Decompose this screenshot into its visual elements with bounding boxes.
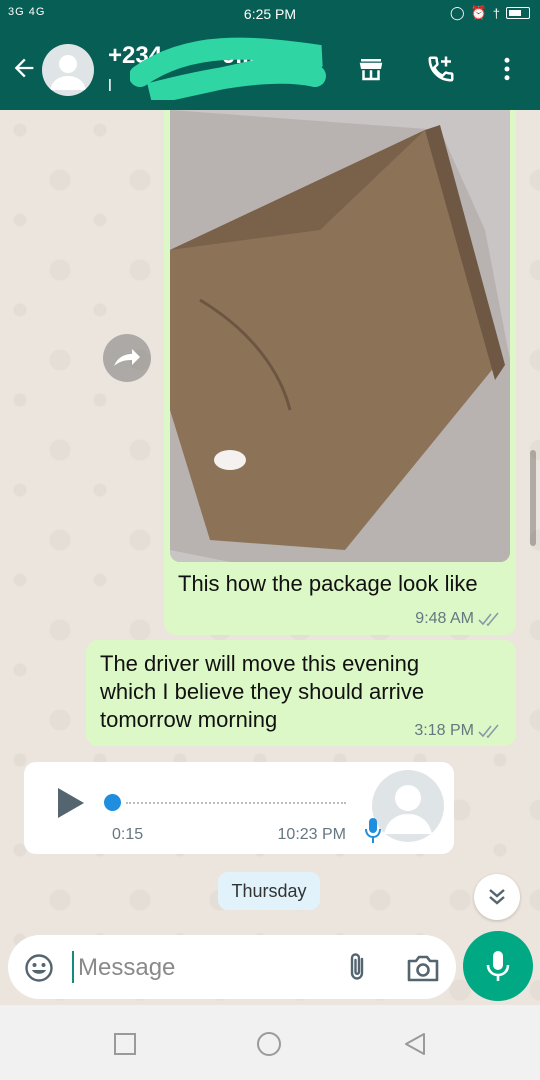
double-chevron-down-icon (489, 889, 505, 905)
chat-area[interactable]: This how the package look like 9:48 AM T… (0, 110, 540, 1005)
bluetooth-icon: † (492, 5, 500, 21)
voice-record-button[interactable] (463, 931, 533, 1001)
voice-sender-avatar (372, 770, 444, 842)
add-call-button[interactable] (424, 52, 458, 86)
date-separator: Thursday (218, 872, 320, 910)
playback-track[interactable] (126, 802, 346, 804)
circle-nav-icon[interactable] (256, 1031, 282, 1057)
double-check-icon (478, 612, 499, 626)
message-composer (8, 935, 456, 999)
message-input[interactable] (76, 949, 330, 987)
system-nav-bar (0, 1005, 540, 1080)
back-arrow-icon[interactable] (10, 54, 38, 82)
emoji-icon[interactable] (24, 953, 54, 983)
voice-duration: 0:15 (112, 826, 144, 843)
mic-icon (365, 818, 381, 843)
playback-handle[interactable] (104, 794, 121, 811)
triangle-nav-icon[interactable] (402, 1031, 428, 1057)
scrollbar[interactable] (530, 450, 536, 546)
voice-message[interactable]: 0:15 10:23 PM (24, 762, 454, 854)
avatar[interactable] (42, 44, 94, 96)
package-image (170, 110, 510, 562)
more-icon (504, 57, 510, 81)
image-message[interactable]: This how the package look like 9:48 AM (164, 110, 516, 635)
lock-icon: ◯ (450, 5, 465, 20)
status-bar: 3G 4G 6:25 PM ◯ ⏰ † (0, 0, 540, 28)
text-caret (72, 951, 74, 983)
add-call-icon (428, 56, 454, 82)
camera-icon[interactable] (406, 953, 440, 983)
scroll-to-bottom-button[interactable] (474, 874, 520, 920)
image-meta: 9:48 AM (415, 610, 502, 628)
text-meta: 3:18 PM (414, 722, 502, 740)
play-icon[interactable] (56, 786, 86, 820)
text-message[interactable]: The driver will move this evening which … (86, 640, 516, 746)
image-caption: This how the package look like (178, 571, 478, 596)
more-options-button[interactable] (490, 52, 524, 86)
mic-icon (486, 951, 510, 981)
avatar-icon (50, 55, 86, 90)
shop-icon (359, 59, 383, 81)
image-time: 9:48 AM (415, 610, 474, 627)
battery-icon (506, 7, 530, 19)
text-time: 3:18 PM (414, 722, 474, 739)
chat-header: +234 9... l PM (0, 28, 540, 110)
double-check-icon (478, 724, 499, 738)
package-photo[interactable] (170, 110, 510, 562)
redaction-scribble (130, 37, 326, 100)
square-nav-icon[interactable] (112, 1031, 138, 1057)
shop-button[interactable] (354, 52, 388, 86)
voice-time: 10:23 PM (277, 826, 346, 843)
attach-icon[interactable] (342, 951, 372, 983)
forward-button[interactable] (103, 334, 151, 382)
status-icons: ◯ ⏰ † (450, 5, 530, 21)
avatar-icon (384, 785, 432, 834)
alarm-icon: ⏰ (470, 5, 487, 20)
forward-icon (114, 349, 140, 366)
